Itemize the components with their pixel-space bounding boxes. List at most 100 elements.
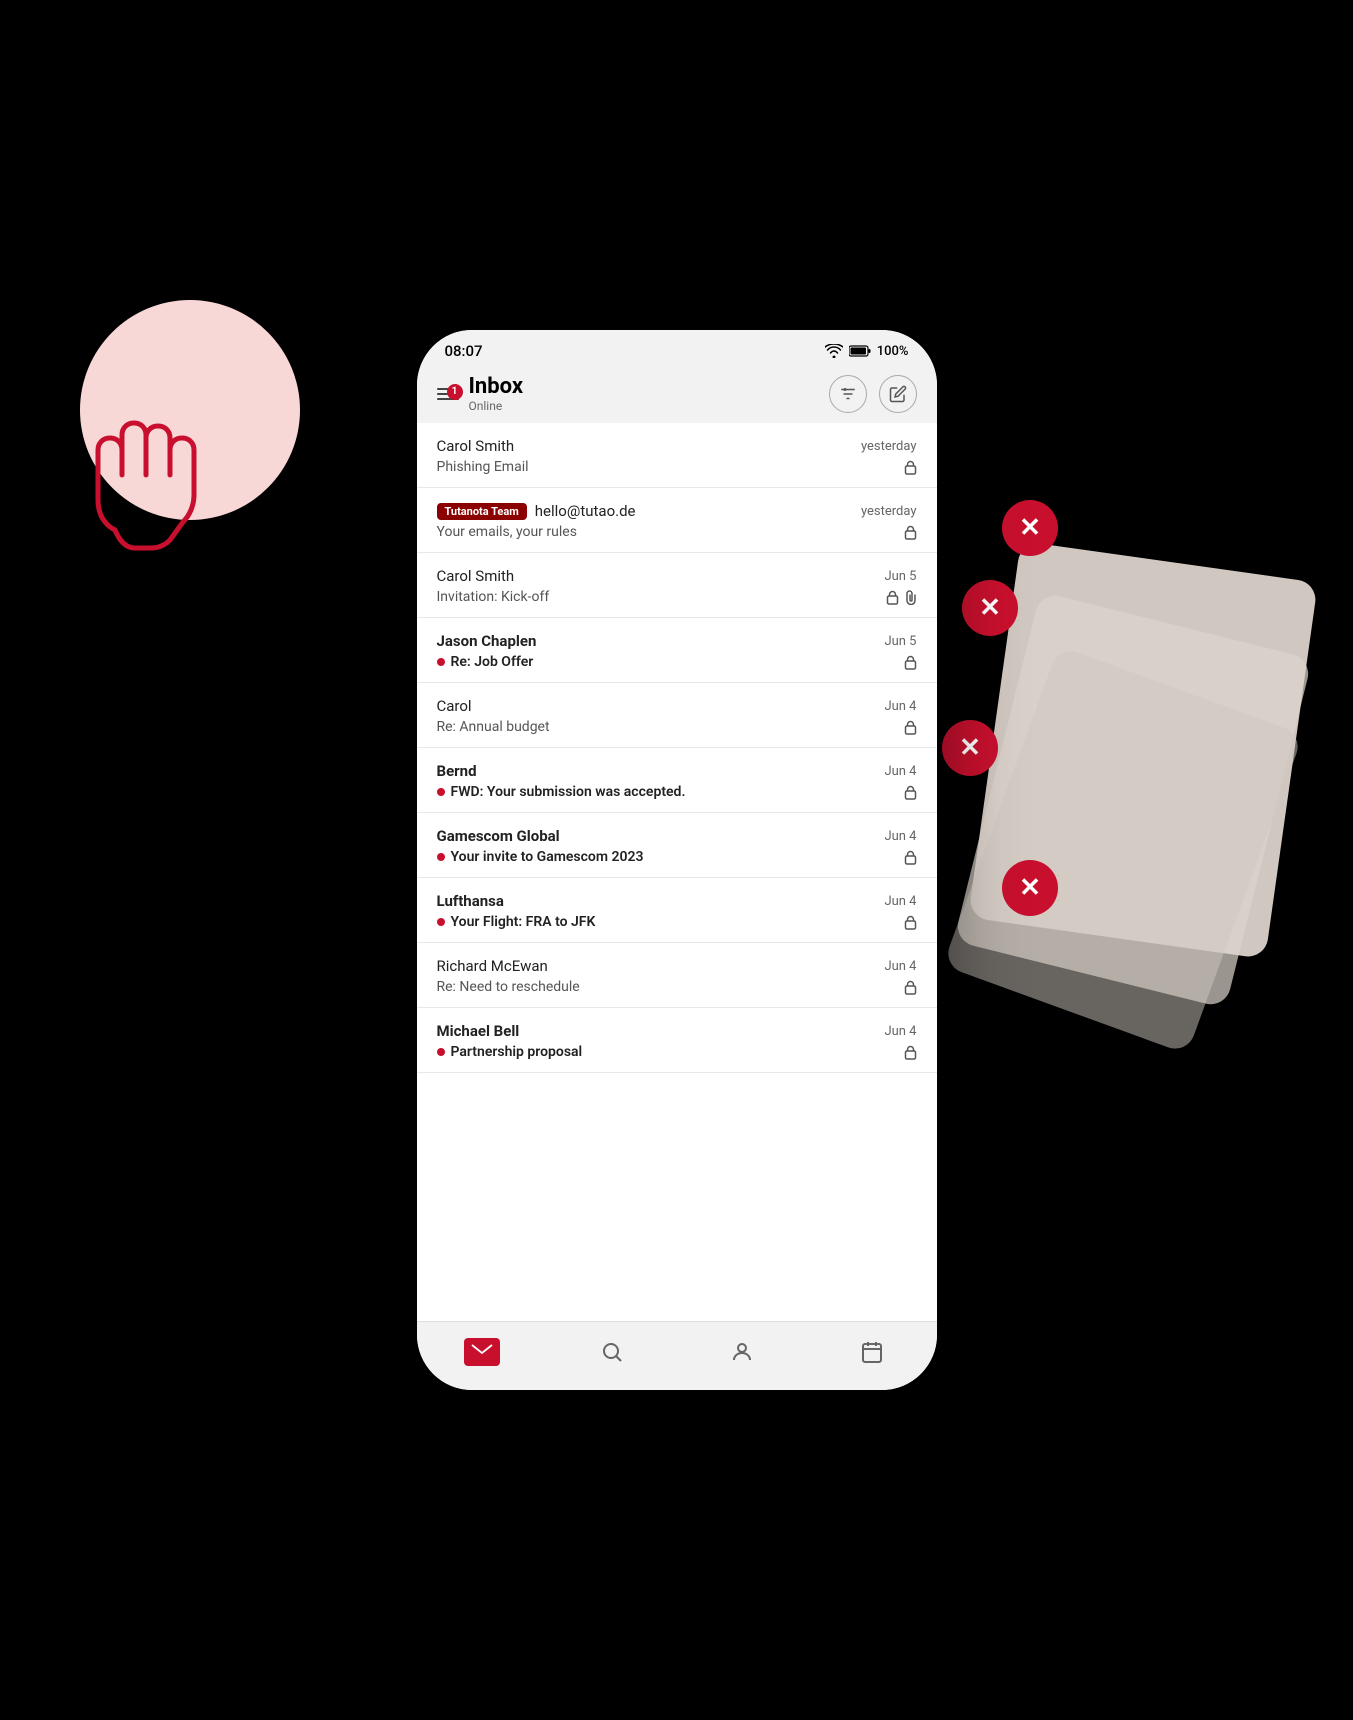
nav-contacts[interactable] [720, 1334, 764, 1370]
email-sender: Lufthansa [437, 892, 504, 910]
lock-icon [904, 460, 917, 475]
email-sender: Carol Smith [437, 567, 515, 585]
unread-dot [437, 1048, 445, 1056]
header-actions [829, 375, 917, 413]
battery-percent: 100% [877, 344, 909, 359]
email-item[interactable]: Gamescom Global Jun 4 Your invite to Games… [417, 813, 937, 878]
online-status: Online [469, 399, 524, 413]
email-date: Jun 5 [884, 569, 916, 584]
email-item[interactable]: Lufthansa Jun 4 Your Flight: FRA to JFK [417, 878, 937, 943]
email-date: yesterday [861, 504, 917, 519]
status-bar: 08:07 100% [417, 330, 937, 366]
filter-icon [839, 385, 857, 403]
email-sender: Bernd [437, 762, 477, 780]
email-item[interactable]: Carol Smith yesterday Phishing Email [417, 423, 937, 488]
email-sender: Carol Smith [437, 437, 515, 455]
menu-button[interactable]: 1 [437, 388, 459, 400]
email-date: yesterday [861, 439, 917, 454]
email-subject: Re: Need to reschedule [437, 979, 580, 995]
email-item[interactable]: Tutanota Teamhello@tutao.de yesterday Your… [417, 488, 937, 553]
email-subject: Your invite to Gamescom 2023 [437, 849, 644, 865]
tutanota-badge: Tutanota Team [437, 503, 527, 520]
email-date: Jun 4 [884, 1024, 916, 1039]
lock-icon [904, 720, 917, 735]
email-action-icons [904, 655, 917, 670]
delete-btn-2[interactable]: ✕ [962, 580, 1018, 636]
unread-dot [437, 918, 445, 926]
filter-button[interactable] [829, 375, 867, 413]
email-action-icons [904, 460, 917, 475]
email-subject: Your Flight: FRA to JFK [437, 914, 596, 930]
email-action-icons [904, 980, 917, 995]
nav-contacts-icon-wrap [720, 1334, 764, 1370]
header-left: 1 Inbox Online [437, 374, 829, 413]
email-sender: Tutanota Teamhello@tutao.de [437, 502, 636, 520]
email-date: Jun 4 [884, 894, 916, 909]
email-subject: Your emails, your rules [437, 524, 577, 540]
status-icons: 100% [825, 344, 909, 359]
email-date: Jun 4 [884, 699, 916, 714]
phone-screen: 08:07 100% [417, 330, 937, 1390]
nav-search[interactable] [590, 1334, 634, 1370]
bottom-nav [417, 1321, 937, 1390]
email-item[interactable]: Richard McEwan Jun 4 Re: Need to reschedul… [417, 943, 937, 1008]
email-subject: Phishing Email [437, 459, 529, 475]
scene: ✕ ✕ ✕ ✕ 08:07 [0, 0, 1353, 1720]
header: 1 Inbox Online [417, 366, 937, 423]
nav-mail[interactable] [460, 1334, 504, 1370]
lock-icon [904, 525, 917, 540]
delete-btn-3[interactable]: ✕ [942, 720, 998, 776]
unread-dot [437, 658, 445, 666]
wifi-icon [825, 344, 843, 358]
email-date: Jun 4 [884, 959, 916, 974]
email-subject: FWD: Your submission was accepted. [437, 784, 686, 800]
battery-icon [849, 345, 871, 357]
nav-calendar-icon-wrap [850, 1334, 894, 1370]
lock-icon [904, 980, 917, 995]
email-action-icons [904, 850, 917, 865]
email-item[interactable]: CarolJun 4Re: Annual budget [417, 683, 937, 748]
email-sender: Gamescom Global [437, 827, 560, 845]
lock-icon [886, 590, 899, 605]
email-action-icons [886, 589, 917, 605]
email-date: Jun 4 [884, 764, 916, 779]
unread-dot [437, 853, 445, 861]
delete-btn-4[interactable]: ✕ [1002, 860, 1058, 916]
mail-icon [471, 1344, 493, 1360]
nav-search-icon-wrap [590, 1334, 634, 1370]
nav-mail-icon [464, 1338, 500, 1366]
lock-icon [904, 785, 917, 800]
status-time: 08:07 [445, 342, 483, 360]
lock-icon [904, 1045, 917, 1060]
email-date: Jun 5 [884, 634, 916, 649]
email-subject: Invitation: Kick-off [437, 589, 550, 605]
email-subject: Re: Job Offer [437, 654, 534, 670]
email-sender: Jason Chaplen [437, 632, 537, 650]
email-sender: Carol [437, 697, 472, 715]
email-action-icons [904, 915, 917, 930]
hand-icon [60, 380, 260, 580]
email-sender: Richard McEwan [437, 957, 548, 975]
nav-calendar[interactable] [850, 1334, 894, 1370]
header-title-block: Inbox Online [469, 374, 524, 413]
delete-btn-1[interactable]: ✕ [1002, 500, 1058, 556]
attachment-icon [905, 589, 917, 605]
email-date: Jun 4 [884, 829, 916, 844]
lock-icon [904, 915, 917, 930]
email-action-icons [904, 525, 917, 540]
phone-frame: 08:07 100% [417, 330, 937, 1390]
email-item[interactable]: Michael Bell Jun 4 Partnership proposal [417, 1008, 937, 1073]
email-sender: Michael Bell [437, 1022, 520, 1040]
inbox-badge: 1 [447, 384, 463, 400]
compose-button[interactable] [879, 375, 917, 413]
email-action-icons [904, 785, 917, 800]
compose-icon [889, 385, 907, 403]
inbox-title: Inbox [469, 374, 524, 399]
email-item[interactable]: Jason Chaplen Jun 5 Re: Job Offer [417, 618, 937, 683]
lock-icon [904, 850, 917, 865]
email-item[interactable]: Bernd Jun 4 FWD: Your submission was accep… [417, 748, 937, 813]
email-action-icons [904, 1045, 917, 1060]
email-item[interactable]: Carol Smith Jun 5 Invitation: Kick-off [417, 553, 937, 618]
email-subject: Partnership proposal [437, 1044, 583, 1060]
lock-icon [904, 655, 917, 670]
